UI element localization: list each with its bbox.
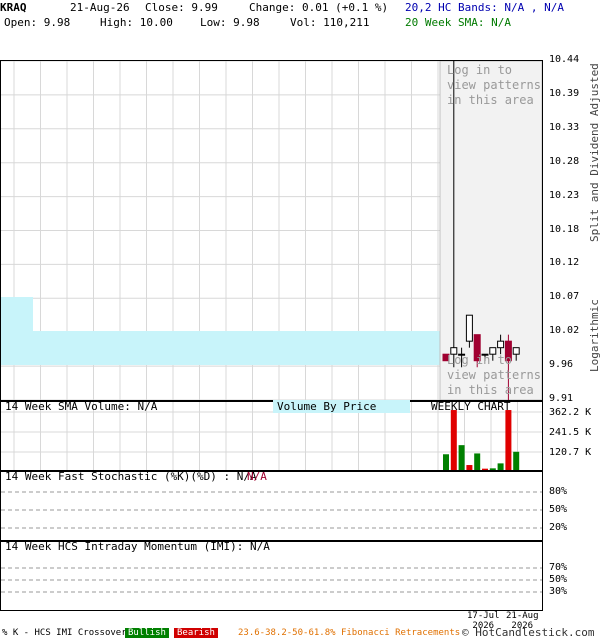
close-label: Close: 9.99 (145, 1, 218, 14)
stochastic-d-value: N/A (247, 470, 267, 483)
stoch-tick-80: 80% (549, 486, 568, 497)
candle-body (465, 314, 473, 342)
bearish-badge: Bearish (174, 628, 218, 638)
volume-bar (497, 463, 504, 470)
volume-bar (505, 410, 512, 470)
price-panel: Log in to view patterns in this area Log… (0, 60, 543, 401)
volume-panel-title: 14 Week SMA Volume: N/A (5, 400, 158, 413)
volume-bar (474, 453, 481, 470)
change-label: Change: 0.01 (+0.1 %) (249, 1, 389, 14)
split-adjusted-label: Split and Dividend Adjusted (588, 63, 600, 242)
copyright-link[interactable]: © HotCandlestick.com (462, 626, 594, 639)
open-label: Open: 9.98 (4, 16, 71, 29)
price-tick-label: 10.44 (549, 54, 580, 65)
stochastic-panel: 14 Week Fast Stochastic (%K)(%D) : N/A N… (0, 470, 543, 541)
price-tick-label: 10.33 (549, 121, 580, 133)
volume-bar (482, 468, 488, 470)
imi-panel-title: 14 Week HCS Intraday Momentum (IMI): N/A (5, 540, 270, 553)
price-tick-label: 10.02 (549, 325, 580, 337)
volume-by-price-label: Volume By Price (273, 400, 411, 413)
candle-body (497, 340, 505, 349)
stoch-tick-50: 50% (549, 504, 568, 515)
volume-bar (513, 451, 520, 470)
stochastic-panel-title: 14 Week Fast Stochastic (%K)(%D) : N/A (5, 470, 257, 483)
pattern-message-bottom: Log in to view patterns in this area (447, 353, 541, 397)
imi-tick-70: 70% (549, 562, 568, 573)
crossover-legend: % K - HCS IMI Crossover, (2, 628, 133, 638)
price-tick-label: 9.96 (549, 359, 574, 371)
high-label: High: 10.00 (100, 16, 173, 29)
imi-tick-30: 30% (549, 586, 568, 597)
fibonacci-legend: 23.6-38.2-50-61.8% Fibonacci Retracement… (238, 628, 461, 638)
volume-bar (458, 445, 465, 470)
price-tick-label: 10.23 (549, 189, 580, 201)
hc-bands-label: 20,2 HC Bands: N/A , N/A (405, 1, 564, 14)
price-tick-label: 10.39 (549, 87, 580, 99)
bullish-badge: Bullish (125, 628, 169, 638)
low-label: Low: 9.98 (200, 16, 260, 29)
volume-bar (443, 454, 449, 470)
logarithmic-label: Logarithmic (588, 299, 600, 372)
volume-tick-2: 241.5 K (549, 427, 592, 438)
volume-bar (466, 465, 473, 470)
imi-panel: 14 Week HCS Intraday Momentum (IMI): N/A (0, 540, 543, 611)
price-chart (1, 61, 542, 400)
price-tick-label: 9.91 (549, 393, 574, 404)
volume-label: Vol: 110,211 (290, 16, 370, 29)
symbol-label: KRAQ (0, 1, 27, 14)
volume-tick-1: 362.2 K (549, 407, 592, 418)
weekly-chart-label: WEEKLY CHART (431, 400, 511, 413)
price-band-small (1, 297, 33, 331)
imi-tick-50: 50% (549, 574, 568, 585)
price-tick-label: 10.07 (549, 291, 580, 303)
price-tick-label: 10.18 (549, 223, 580, 235)
price-tick-label: 10.12 (549, 257, 580, 269)
pattern-message-top: Log in to view patterns in this area (447, 63, 541, 107)
date-label: 21-Aug-26 (70, 1, 130, 14)
sma20-label: 20 Week SMA: N/A (405, 16, 511, 29)
volume-bar (489, 468, 496, 470)
volume-panel: 14 Week SMA Volume: N/A Volume By Price … (0, 400, 543, 471)
stoch-tick-20: 20% (549, 522, 568, 533)
price-tick-label: 10.28 (549, 155, 580, 167)
volume-tick-3: 120.7 K (549, 447, 592, 458)
volume-bar (450, 410, 457, 470)
